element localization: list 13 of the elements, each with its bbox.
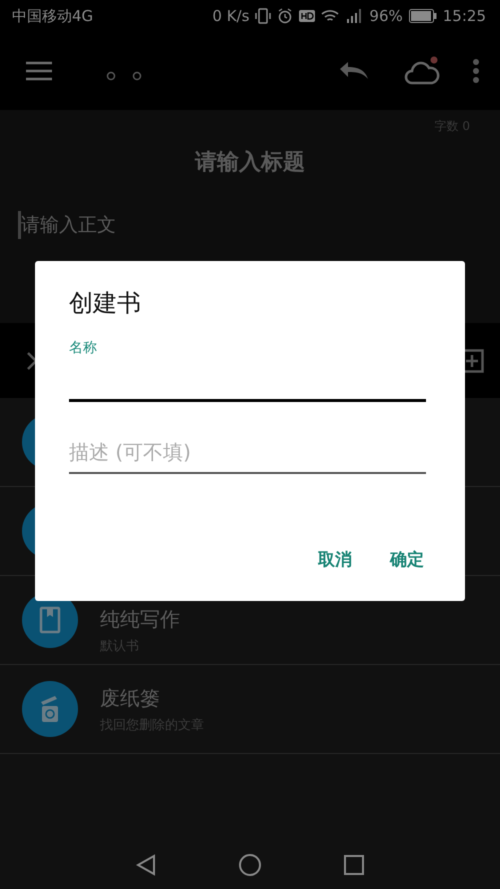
- cancel-button[interactable]: 取消: [316, 544, 354, 575]
- book-name[interactable]: 纯纯写作: [100, 606, 180, 632]
- body-field[interactable]: 请输入正文: [21, 212, 116, 238]
- description-field[interactable]: 描述 (可不填): [69, 436, 426, 474]
- book-name[interactable]: 废纸篓: [100, 684, 204, 712]
- network-speed: 0 K/s: [212, 7, 250, 25]
- carrier-name: 中国移动4G: [12, 6, 94, 26]
- clock-time: 15:25: [442, 7, 486, 25]
- battery-percent: 96%: [369, 7, 403, 25]
- title-field[interactable]: 请输入标题: [195, 147, 305, 177]
- dialog-title: 创建书: [69, 288, 142, 319]
- confirm-button[interactable]: 确定: [388, 544, 426, 575]
- field-label: 名称: [69, 339, 98, 357]
